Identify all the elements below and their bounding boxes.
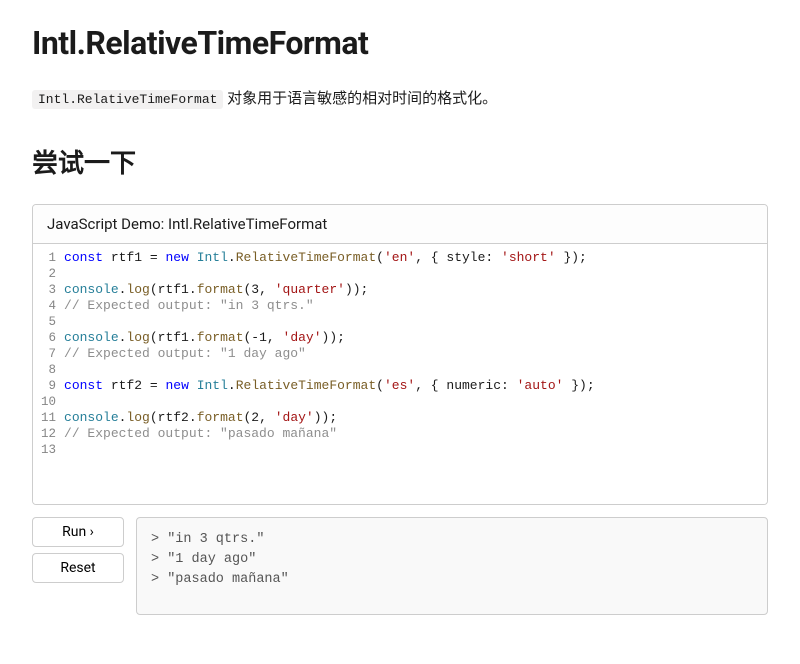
- run-row: Run › Reset > "in 3 qtrs."> "1 day ago">…: [32, 517, 768, 615]
- line-numbers: 12345678910111213: [33, 250, 64, 498]
- try-it-heading: 尝试一下: [32, 143, 768, 180]
- intro-text: 对象用于语言敏感的相对时间的格式化。: [223, 89, 497, 107]
- intro-code: Intl.RelativeTimeFormat: [32, 90, 223, 109]
- run-button[interactable]: Run ›: [32, 517, 124, 547]
- code-content[interactable]: const rtf1 = new Intl.RelativeTimeFormat…: [64, 250, 767, 498]
- output-line: > "pasado mañana": [151, 570, 753, 590]
- demo-title: JavaScript Demo: Intl.RelativeTimeFormat: [33, 205, 767, 244]
- button-group: Run › Reset: [32, 517, 124, 583]
- demo-container: JavaScript Demo: Intl.RelativeTimeFormat…: [32, 204, 768, 505]
- output-console: > "in 3 qtrs."> "1 day ago"> "pasado mañ…: [136, 517, 768, 615]
- page-title: Intl.RelativeTimeFormat: [32, 24, 768, 62]
- reset-button[interactable]: Reset: [32, 553, 124, 583]
- output-line: > "1 day ago": [151, 550, 753, 570]
- output-line: > "in 3 qtrs.": [151, 530, 753, 550]
- intro-paragraph: Intl.RelativeTimeFormat 对象用于语言敏感的相对时间的格式…: [32, 86, 768, 111]
- code-editor[interactable]: 12345678910111213 const rtf1 = new Intl.…: [33, 244, 767, 504]
